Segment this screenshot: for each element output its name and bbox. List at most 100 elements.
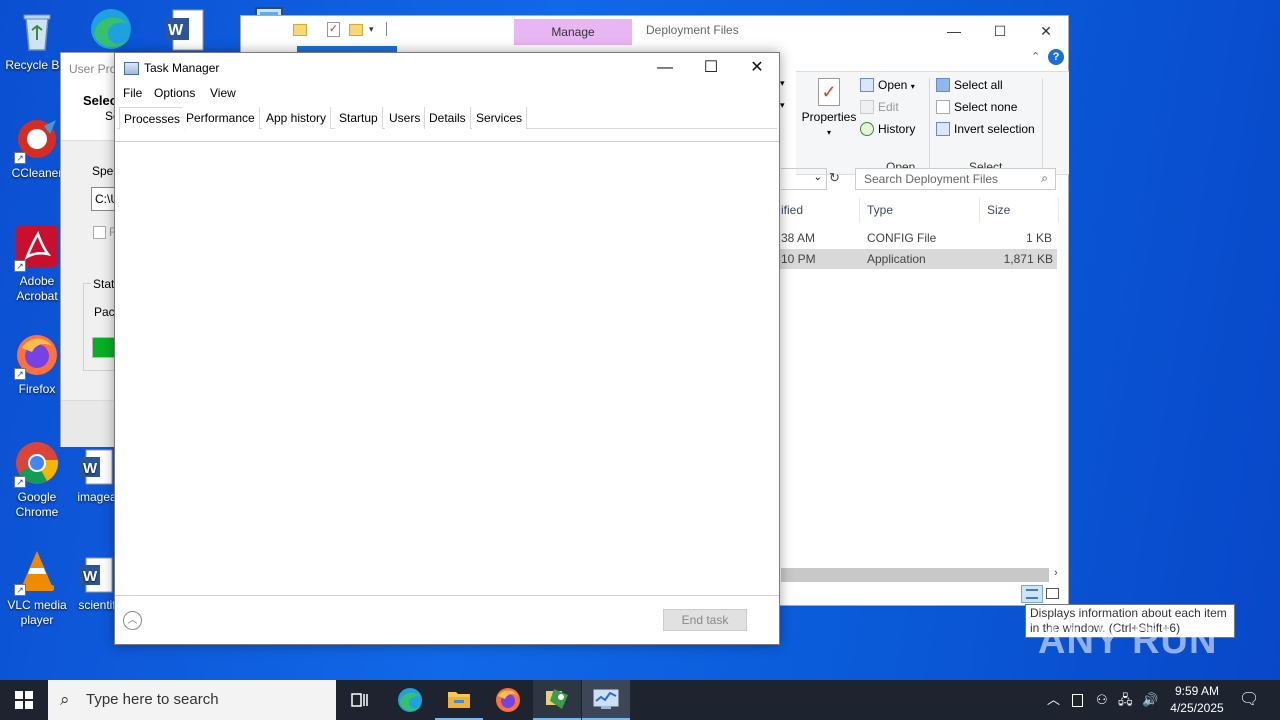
tab-services[interactable]: Services bbox=[472, 107, 528, 129]
shortcut-arrow-icon: ↗ bbox=[14, 152, 26, 164]
collapse-ribbon-icon[interactable]: ⌃ bbox=[1031, 50, 1040, 63]
clock[interactable]: 9:59 AM 4/25/2025 bbox=[1160, 683, 1234, 717]
menu-options[interactable]: Options bbox=[154, 86, 195, 100]
volume-icon[interactable]: 🔊 bbox=[1142, 680, 1158, 720]
tray-app-icon[interactable] bbox=[1072, 680, 1083, 720]
row-modified: 10 PM bbox=[781, 252, 816, 266]
address-dropdown-icon: ⌄ bbox=[813, 172, 822, 183]
search-icon: ⌕ bbox=[60, 690, 70, 709]
search-icon: ⌕ bbox=[1041, 171, 1048, 185]
tab-startup[interactable]: Startup bbox=[335, 107, 383, 129]
table-row[interactable]: 10 PM Application 1,871 KB bbox=[776, 249, 1057, 269]
word-desktop-icon[interactable]: W bbox=[163, 8, 207, 52]
taskbar-task-manager[interactable] bbox=[582, 680, 630, 720]
shortcut-arrow-icon: ↗ bbox=[14, 368, 26, 380]
scroll-right-icon[interactable]: › bbox=[1054, 567, 1058, 579]
details-view-button[interactable] bbox=[1021, 585, 1043, 603]
taskbar-file-explorer[interactable] bbox=[435, 680, 483, 720]
history-label: History bbox=[878, 122, 916, 136]
maximize-button[interactable]: ☐ bbox=[688, 53, 734, 83]
task-manager-window[interactable]: Task Manager — ☐ ✕ File Options View Pro… bbox=[114, 52, 780, 645]
network-icon[interactable]: 🖧 bbox=[1118, 680, 1133, 720]
table-row[interactable]: 38 AM CONFIG File 1 KB bbox=[776, 228, 1056, 248]
tab-details[interactable]: Details bbox=[425, 107, 471, 129]
search-input[interactable]: Search Deployment Files ⌕ bbox=[855, 168, 1056, 190]
close-button[interactable]: ✕ bbox=[1023, 16, 1069, 46]
edit-button[interactable]: Edit bbox=[860, 100, 899, 114]
row-size: 1,871 KB bbox=[1003, 252, 1053, 266]
desktop-icon-google-chrome[interactable]: ↗ Google Chrome bbox=[0, 440, 74, 520]
invert-selection-label: Invert selection bbox=[954, 122, 1035, 136]
minimize-button[interactable]: — bbox=[931, 16, 977, 46]
ribbon-arrow-icon: ▾ bbox=[780, 78, 785, 88]
task-view-button[interactable] bbox=[336, 680, 384, 720]
start-button[interactable] bbox=[0, 680, 48, 720]
address-bar-fragment[interactable]: ⌄ bbox=[781, 168, 827, 190]
row-modified: 38 AM bbox=[781, 231, 816, 245]
manage-contextual-tab[interactable]: Manage bbox=[514, 19, 632, 45]
quick-access-dropdown-icon[interactable]: ▾ bbox=[369, 24, 374, 35]
end-task-button[interactable]: End task bbox=[663, 609, 747, 631]
edit-icon bbox=[860, 100, 874, 114]
action-center-icon[interactable]: 🗨 bbox=[1239, 680, 1259, 720]
open-dropdown-icon: ▾ bbox=[910, 82, 915, 91]
column-divider bbox=[859, 198, 860, 222]
option-checkbox[interactable] bbox=[93, 226, 106, 239]
column-header-type[interactable]: Type bbox=[867, 203, 893, 217]
ribbon: ▾ ▾ ✓ Properties ▾ Open ▾ Edit History O… bbox=[780, 71, 1069, 175]
select-all-button[interactable]: Select all bbox=[936, 78, 1003, 92]
taskbar-edge[interactable] bbox=[386, 680, 434, 720]
firefox-icon bbox=[496, 688, 520, 712]
properties-check-icon[interactable]: ✓ bbox=[327, 22, 340, 37]
large-icons-view-button[interactable] bbox=[1046, 588, 1059, 599]
close-button[interactable]: ✕ bbox=[734, 53, 780, 83]
properties-button[interactable]: ✓ Properties ▾ bbox=[799, 78, 859, 138]
tab-strip: Processes Performance App history Startu… bbox=[117, 107, 777, 130]
processes-panel[interactable] bbox=[115, 141, 779, 596]
taskbar-firefox[interactable] bbox=[484, 680, 532, 720]
word-document-icon: W bbox=[78, 556, 116, 594]
menu-view[interactable]: View bbox=[210, 86, 236, 100]
horizontal-scrollbar[interactable] bbox=[781, 568, 1049, 582]
acrobat-icon: ↗ bbox=[14, 224, 60, 272]
tab-performance[interactable]: Performance bbox=[182, 107, 260, 129]
history-button[interactable]: History bbox=[860, 122, 915, 136]
column-header-modified[interactable]: ified bbox=[781, 203, 803, 217]
invert-selection-button[interactable]: Invert selection bbox=[936, 122, 1035, 136]
column-header-size[interactable]: Size bbox=[987, 203, 1010, 217]
taskbar-search-box[interactable]: ⌕ Type here to search bbox=[48, 680, 336, 720]
tab-users[interactable]: Users bbox=[385, 107, 426, 129]
help-icon[interactable]: ? bbox=[1048, 49, 1064, 65]
desktop-icon-label: Google Chrome bbox=[15, 490, 59, 519]
taskbar-app-installer[interactable] bbox=[533, 680, 581, 720]
ccleaner-icon: ↗ bbox=[14, 116, 60, 164]
recycle-bin-icon bbox=[14, 8, 60, 54]
tray-device-icon[interactable]: ⚇ bbox=[1096, 680, 1108, 720]
select-none-button[interactable]: Select none bbox=[936, 100, 1017, 114]
desktop-icon-vlc[interactable]: ↗ VLC media player bbox=[0, 548, 74, 628]
tab-app-history[interactable]: App history bbox=[262, 107, 332, 129]
select-all-label: Select all bbox=[954, 78, 1003, 92]
maximize-button[interactable]: ☐ bbox=[977, 16, 1023, 46]
svg-text:W: W bbox=[83, 568, 98, 585]
minimize-button[interactable]: — bbox=[642, 53, 688, 83]
tab-processes[interactable]: Processes bbox=[119, 107, 186, 130]
taskbar: ⌕ Type here to search ︿ ⚇ 🖧 🔊 9:59 AM 4/… bbox=[0, 680, 1280, 720]
vlc-icon: ↗ bbox=[14, 548, 60, 596]
open-button[interactable]: Open ▾ bbox=[860, 78, 915, 92]
task-view-icon bbox=[351, 693, 368, 707]
desktop-icon-label: VLC media player bbox=[7, 598, 67, 627]
menu-file[interactable]: File bbox=[123, 86, 142, 100]
show-hidden-icons-icon[interactable]: ︿ bbox=[1047, 680, 1060, 720]
file-explorer-icon bbox=[448, 692, 470, 708]
edge-desktop-icon[interactable] bbox=[86, 6, 136, 52]
invert-selection-icon bbox=[936, 122, 950, 136]
folder-icon[interactable] bbox=[293, 24, 307, 36]
chrome-icon: ↗ bbox=[14, 440, 60, 488]
fewer-details-icon[interactable]: ︿ bbox=[123, 611, 142, 630]
column-divider bbox=[1058, 198, 1059, 222]
refresh-icon[interactable]: ↻ bbox=[829, 170, 840, 186]
word-document-icon: W bbox=[78, 448, 116, 486]
shortcut-arrow-icon: ↗ bbox=[14, 476, 26, 488]
new-folder-icon[interactable] bbox=[349, 24, 363, 36]
